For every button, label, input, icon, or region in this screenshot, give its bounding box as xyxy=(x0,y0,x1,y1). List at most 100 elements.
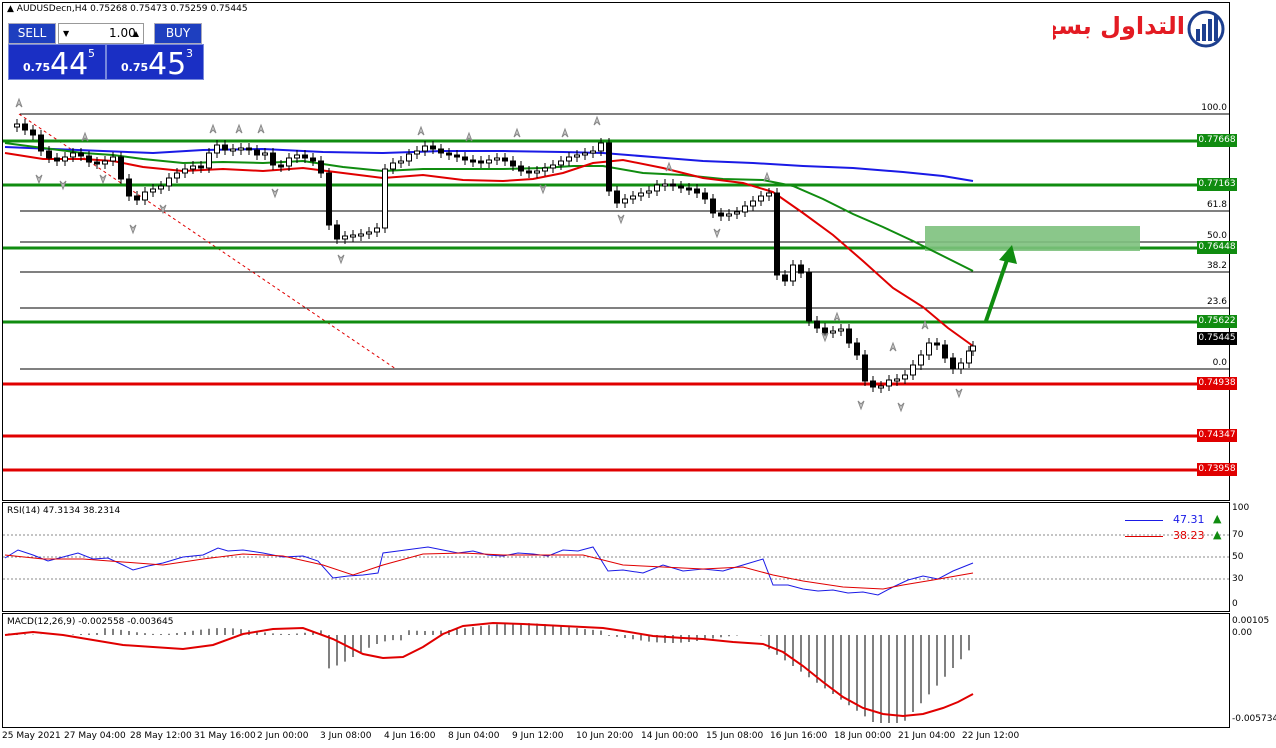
candle-body xyxy=(326,172,332,226)
candle-body xyxy=(782,274,788,282)
candle-body xyxy=(694,188,700,194)
fractal-down-icon xyxy=(857,400,865,411)
fractal-up-icon xyxy=(561,127,569,138)
time-tick-label: 22 Jun 12:00 xyxy=(962,731,1020,741)
candle-body xyxy=(806,272,812,322)
candle-body xyxy=(510,160,516,167)
candle-body xyxy=(534,170,540,174)
fib-label-23-6: 23.6 xyxy=(1206,297,1227,307)
candle-body xyxy=(110,156,116,162)
candle-body xyxy=(942,344,948,359)
candle-body xyxy=(654,184,660,192)
candle-body xyxy=(750,200,756,207)
candle-body xyxy=(102,160,108,165)
candle-body xyxy=(222,144,228,151)
candle-body xyxy=(574,154,580,158)
time-tick-label: 18 Jun 00:00 xyxy=(834,731,892,741)
candle-body xyxy=(46,150,52,159)
level-label-g1: 0.77668 xyxy=(1197,134,1237,147)
candle-body xyxy=(646,190,652,194)
chevron-up-icon[interactable]: ▲ xyxy=(133,24,139,43)
candle-body xyxy=(230,148,236,152)
level-label-r3: 0.73958 xyxy=(1197,463,1237,476)
candle-body xyxy=(558,160,564,166)
candle-body xyxy=(606,142,612,192)
candle-body xyxy=(454,154,460,158)
candle-body xyxy=(766,192,772,197)
fractal-markers xyxy=(15,97,963,413)
candle-body xyxy=(910,364,916,376)
candle-body xyxy=(726,213,732,217)
main-chart-panel[interactable]: 0.784600.780900.777300.769800.766100.762… xyxy=(2,2,1237,501)
macd-svg xyxy=(4,621,974,723)
candle-body xyxy=(462,156,468,161)
candle-body xyxy=(422,145,428,152)
buy-price-box[interactable]: 0.75 45 3 xyxy=(106,44,204,82)
candle-body xyxy=(582,152,588,156)
rsi-axis: 100 70 50 30 0 xyxy=(1232,503,1250,609)
candle-body xyxy=(662,183,668,187)
candle-body xyxy=(670,183,676,187)
candle-body xyxy=(142,191,148,201)
candle-body xyxy=(198,165,204,169)
candle-body xyxy=(970,345,976,352)
rsi-value-1: 47.31 xyxy=(1173,513,1205,526)
macd-signal-line xyxy=(4,621,974,718)
time-tick-label: 10 Jun 20:00 xyxy=(576,731,634,741)
rsi-legend: 47.31 ▲ 38.23 ▲ xyxy=(1125,511,1225,545)
one-click-trading-panel: SELL ▼ 1.00 ▲ BUY 0.75 44 5 0.75 45 3 xyxy=(8,23,204,82)
sell-button[interactable]: SELL xyxy=(8,23,56,44)
buy-button[interactable]: BUY xyxy=(154,23,202,44)
candle-body xyxy=(118,156,124,180)
sell-price-small: 0.75 xyxy=(23,61,51,74)
candle-body xyxy=(878,385,884,389)
sell-price-box[interactable]: 0.75 44 5 xyxy=(8,44,106,82)
lot-size-field[interactable]: ▼ 1.00 ▲ xyxy=(58,23,144,44)
fractal-down-icon xyxy=(617,214,625,225)
fib-label-61-8: 61.8 xyxy=(1206,200,1227,210)
fractal-down-icon xyxy=(955,388,963,399)
candle-body xyxy=(438,148,444,154)
time-axis: 25 May 2021 27 May 04:00 28 May 12:00 31 Ma… xyxy=(0,729,1276,748)
fractal-down-icon xyxy=(271,188,279,199)
macd-panel[interactable]: MACD(12,26,9) -0.002558 -0.003645 xyxy=(2,613,1230,728)
candle-body xyxy=(774,192,780,276)
target-zone xyxy=(925,226,1140,251)
fractal-down-icon xyxy=(159,204,167,215)
candle-body xyxy=(590,150,596,154)
time-tick-label: 8 Jun 04:00 xyxy=(448,731,500,741)
rsi-panel[interactable]: RSI(14) 47.3134 38.2314 47.31 ▲ 38.23 ▲ xyxy=(2,502,1230,612)
time-tick-label: 4 Jun 16:00 xyxy=(384,731,436,741)
candle-body xyxy=(430,145,436,150)
fractal-up-icon xyxy=(593,115,601,126)
candle-body xyxy=(718,212,724,217)
candle-body xyxy=(566,156,572,162)
time-tick-label: 15 Jun 08:00 xyxy=(706,731,764,741)
candle-body xyxy=(862,354,868,382)
fractal-up-icon xyxy=(889,341,897,352)
candle-body xyxy=(478,160,484,164)
candle-body xyxy=(30,129,36,136)
candle-body xyxy=(158,185,164,190)
chevron-down-icon[interactable]: ▼ xyxy=(63,24,69,43)
rsi-title: RSI(14) 47.3134 38.2314 xyxy=(7,506,121,516)
fractal-up-icon xyxy=(235,123,243,134)
fractal-down-icon xyxy=(897,402,905,413)
level-label-g4: 0.75622 xyxy=(1197,315,1237,328)
candle-body xyxy=(382,168,388,229)
current-price-label: 0.75445 xyxy=(1197,332,1237,345)
candle-body xyxy=(934,342,940,346)
candle-body xyxy=(262,152,268,156)
time-tick-label: 2 Jun 00:00 xyxy=(257,731,309,741)
candle-body xyxy=(14,123,20,128)
candle-body xyxy=(918,354,924,366)
buy-price-small: 0.75 xyxy=(121,61,149,74)
fractal-down-icon xyxy=(129,224,137,235)
collapse-triangle-icon[interactable]: ▲ xyxy=(7,4,14,14)
symbol-info: AUDUSDecn,H4 0.75268 0.75473 0.75259 0.7… xyxy=(16,4,248,14)
time-tick-label: 9 Jun 12:00 xyxy=(512,731,564,741)
rsi-value-2: 38.23 xyxy=(1173,529,1205,542)
brand-logo: التداول بسهولة xyxy=(1053,9,1225,49)
fib-label-50: 50.0 xyxy=(1206,231,1227,241)
candle-body xyxy=(550,164,556,169)
